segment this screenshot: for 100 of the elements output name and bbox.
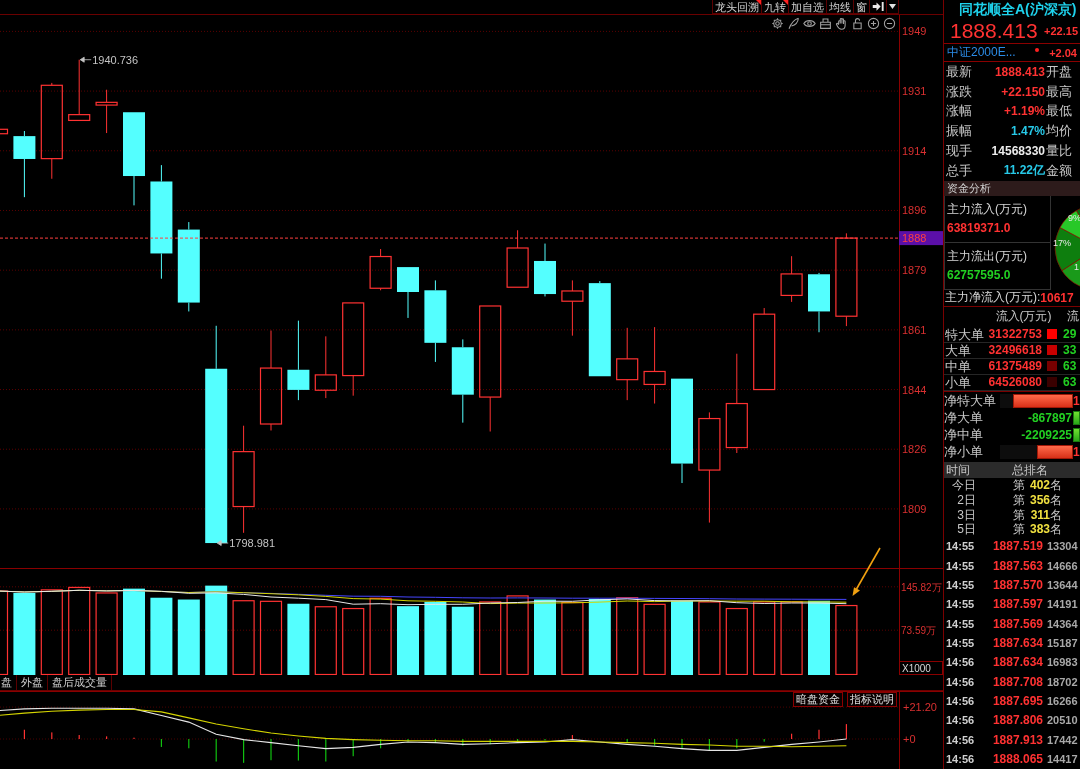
panel-toggle-button[interactable] [870,0,887,14]
trade-time: 14:55 [945,579,975,592]
rank-suffix: 名 [1050,507,1062,522]
candlestick [534,243,556,297]
column-header: 流入(万元) [995,308,1052,326]
plus-circle-icon[interactable] [867,17,880,30]
related-index-change: +2.04 [1049,46,1077,59]
rank-value: 356 [1029,492,1050,507]
trade-time: 14:55 [945,637,975,650]
rank-prefix: 第 [1013,478,1025,493]
basket-icon[interactable] [819,17,832,30]
trade-price: 1887.634 [992,655,1043,670]
volume-bar [725,607,748,675]
current-price-tag: 1888 [899,231,943,246]
color-swatch-icon [1046,329,1057,340]
price-annotation: 1798.981 [229,537,276,550]
eye-icon[interactable] [803,17,816,30]
trade-time: 14:56 [945,753,975,766]
axis-label: 1949 [902,25,927,38]
inflow-value: 64526080 [988,375,1043,390]
net-flow-label: 净小单 [944,442,983,461]
candlestick [369,248,392,291]
axis-label: 1844 [902,383,927,396]
toolbar-button[interactable]: 均线 [827,0,854,14]
quote-label: 涨跌 [946,82,972,101]
trade-time: 14:55 [945,559,975,572]
indicator-button[interactable]: 指标说明 [847,692,897,707]
trade-price: 1887.913 [992,732,1043,747]
minus-circle-icon[interactable] [883,17,896,30]
rank-value: 402 [1029,478,1050,493]
axis-label: 1914 [902,144,927,157]
quote-label: 振幅 [946,122,972,141]
volume-bar [397,606,419,675]
hand-icon[interactable] [835,17,848,30]
trade-time: 14:56 [945,675,975,688]
trade-volume: 20510 [1046,714,1078,727]
quote-value: 11.22亿 [1003,162,1046,180]
trade-volume: 14417 [1046,753,1078,766]
trade-time: 14:56 [945,695,975,708]
arrow-right-bar-icon [872,1,884,12]
trade-price: 1887.695 [992,694,1043,709]
trade-volume: 16266 [1046,695,1078,708]
settings-icon[interactable] [771,17,784,30]
caret-down-icon [889,4,896,9]
inflow-value: 31322753 [988,327,1043,342]
net-inflow-label: 主力净流入(万元): [945,289,1041,307]
toolbar-button[interactable]: 加自选 [789,0,827,14]
trade-volume: 13304 [1046,540,1078,553]
axis-label: 1879 [902,264,927,277]
trade-volume: 14666 [1046,559,1078,572]
volume-bar [314,606,337,675]
indicator-button[interactable]: 暗盘资金 [793,692,843,707]
trade-price: 1887.708 [992,674,1043,689]
lock-icon[interactable] [851,17,864,30]
inflow-value: 61375489 [988,359,1043,374]
toolbar-button[interactable]: 龙头回溯 [712,0,762,14]
column-header: 总排名 [1011,461,1048,479]
rank-value: 383 [1029,522,1050,537]
trade-volume: 14191 [1046,598,1078,611]
candlestick [13,130,36,198]
rank-suffix: 名 [1050,478,1062,493]
axis-label: +0 [903,733,916,745]
flow-value: 63819371.0 [947,221,1011,236]
candlestick [780,255,803,303]
dropdown-button[interactable] [887,0,899,14]
quote-label: 金额 [1046,161,1072,180]
volume-bar [643,603,666,675]
period-label: 今日 [952,478,976,493]
net-flow-value: -2209225 [1021,427,1073,442]
quote-value: 14568330 [991,144,1046,159]
outflow-value: 63 [1062,375,1077,390]
quote-label: 开盘 [1046,62,1072,81]
quote-label: 最新 [946,62,972,81]
quote-label: 最高 [1046,82,1072,101]
subchart-button[interactable]: 盘 [0,675,17,690]
trade-price: 1887.597 [992,597,1043,612]
toolbar-button[interactable]: 窗 [854,0,870,14]
section-header: 资金分析 [944,180,1080,196]
order-size-label: 特大单 [944,326,984,342]
volume-bar [287,603,310,675]
trade-price: 1887.806 [992,713,1043,728]
net-flow-value: -867897 [1027,410,1073,425]
toolbar-button[interactable]: 九转 [762,0,789,14]
axis-label: 145.82万 [901,581,942,593]
pie-label: 17% [1053,237,1071,248]
axis-label: 1931 [902,85,927,98]
quote-label: 均价 [1046,122,1072,141]
trade-volume: 16983 [1046,656,1078,669]
trade-price: 1888.065 [992,752,1043,767]
volume-bar [835,604,858,675]
related-index-link[interactable]: 中证2000E... [947,44,1016,61]
outflow-value: 63 [1062,359,1077,374]
trade-time: 14:56 [945,733,975,746]
quote-label: 量比 [1046,142,1072,161]
axis-label: +21.20 [903,701,937,714]
outflow-value: 29 [1062,327,1077,342]
rank-suffix: 名 [1050,492,1062,507]
pie-label: 9% [1068,212,1080,223]
pen-icon[interactable] [787,17,800,30]
net-flow-label: 净中单 [944,425,983,444]
